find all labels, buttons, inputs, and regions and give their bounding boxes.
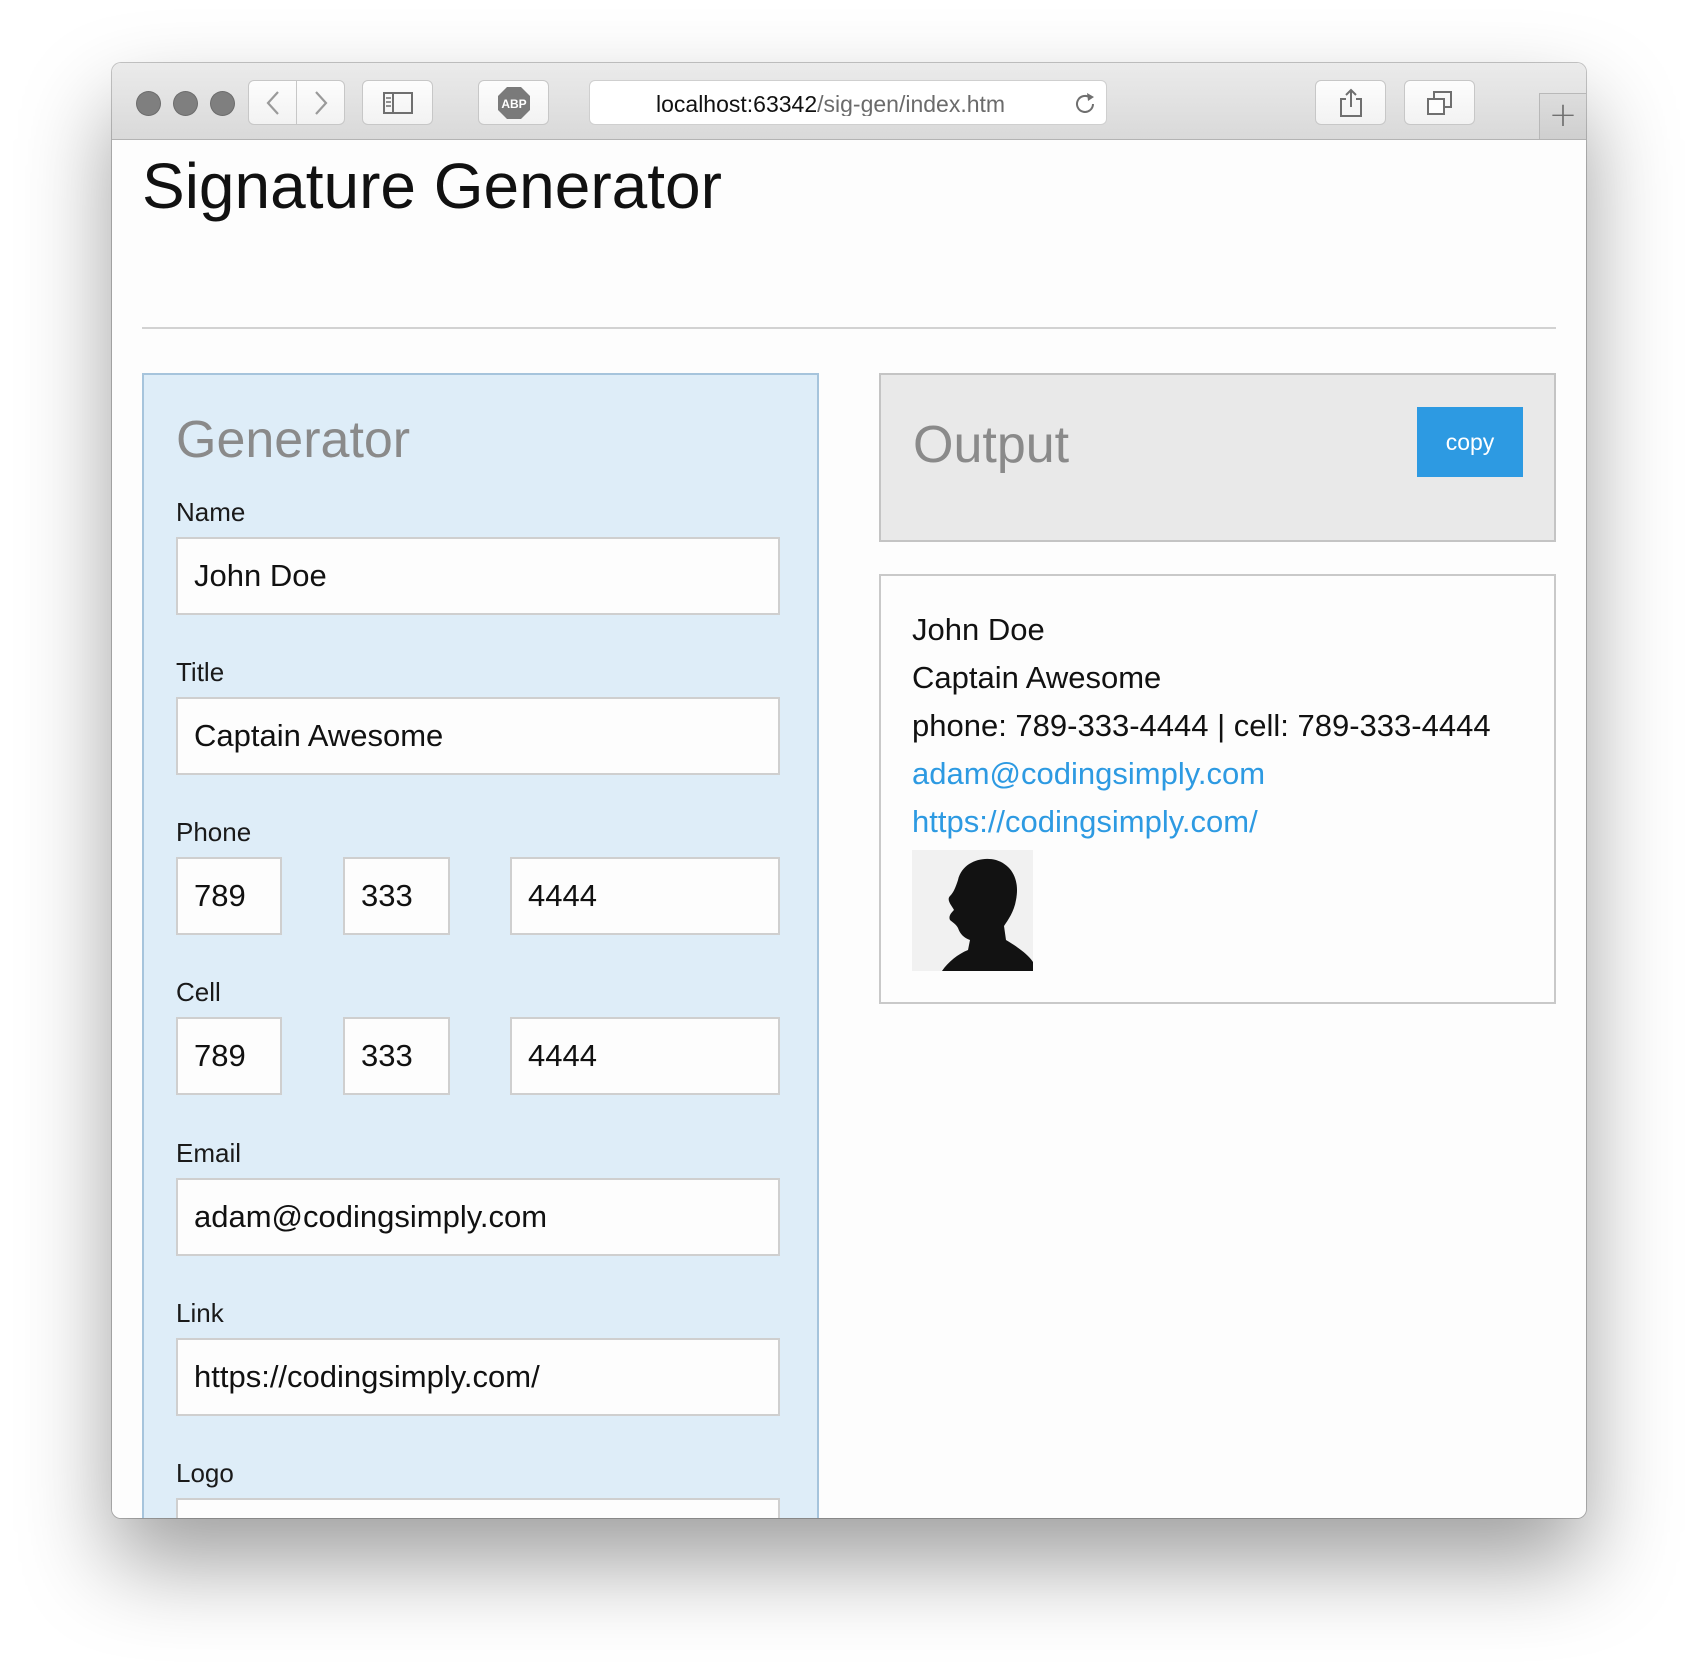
signature-logo — [912, 850, 1033, 971]
signature-preview: John Doe Captain Awesome phone: 789-333-… — [879, 574, 1556, 1004]
browser-toolbar: ABP localhost:63342/sig-gen/index.htm + — [112, 63, 1586, 140]
email-input[interactable] — [176, 1178, 780, 1256]
sidebar-button[interactable] — [362, 80, 433, 125]
header-divider — [142, 327, 1556, 329]
new-tab-button[interactable]: + — [1539, 93, 1586, 139]
close-window-button[interactable] — [136, 91, 161, 116]
link-input[interactable] — [176, 1338, 780, 1416]
cell-label: Cell — [176, 977, 221, 1007]
page-content: Signature Generator Generator Name Title… — [112, 140, 1586, 1518]
phone-line-input[interactable] — [510, 857, 780, 935]
generator-panel: Generator Name Title Phone Cell Email Li… — [142, 373, 819, 1518]
reload-icon[interactable] — [1072, 91, 1098, 117]
phone-area-input[interactable] — [176, 857, 282, 935]
address-bar-url: localhost:63342/sig-gen/index.htm — [656, 92, 1006, 116]
adblock-icon: ABP — [497, 86, 530, 119]
phone-label: Phone — [176, 817, 252, 847]
signature-name: John Doe — [912, 612, 1045, 647]
email-label: Email — [176, 1138, 242, 1168]
cell-prefix-input[interactable] — [343, 1017, 450, 1095]
copy-button[interactable]: copy — [1417, 407, 1523, 477]
name-label: Name — [176, 497, 246, 527]
generator-heading: Generator — [176, 411, 411, 469]
logo-input[interactable] — [176, 1498, 780, 1518]
signature-email-link[interactable]: adam@codingsimply.com — [912, 756, 1265, 791]
cell-area-input[interactable] — [176, 1017, 282, 1095]
browser-window: ABP localhost:63342/sig-gen/index.htm + … — [112, 63, 1586, 1518]
signature-website-link[interactable]: https://codingsimply.com/ — [912, 804, 1258, 839]
forward-button[interactable] — [296, 80, 345, 125]
back-icon — [266, 90, 279, 115]
adblock-button[interactable]: ABP — [478, 80, 549, 125]
page-title: Signature Generator — [142, 150, 722, 222]
name-input[interactable] — [176, 537, 780, 615]
signature-title: Captain Awesome — [912, 660, 1162, 695]
link-label: Link — [176, 1298, 224, 1328]
signature-phones: phone: 789-333-4444 | cell: 789-333-4444 — [912, 708, 1491, 743]
tabs-icon — [1426, 90, 1452, 115]
plus-icon: + — [1548, 95, 1578, 135]
title-label: Title — [176, 657, 225, 687]
output-heading: Output — [913, 416, 1070, 474]
screen: ABP localhost:63342/sig-gen/index.htm + … — [0, 0, 1690, 1672]
forward-icon — [314, 90, 327, 115]
share-icon — [1339, 88, 1362, 117]
phone-prefix-input[interactable] — [343, 857, 450, 935]
svg-text:ABP: ABP — [501, 97, 526, 111]
minimize-window-button[interactable] — [173, 91, 198, 116]
output-header-panel: Output copy — [879, 373, 1556, 542]
cell-line-input[interactable] — [510, 1017, 780, 1095]
show-tabs-button[interactable] — [1404, 80, 1475, 125]
profile-silhouette-icon — [912, 850, 1033, 971]
sidebar-icon — [382, 91, 413, 114]
back-button[interactable] — [248, 80, 297, 125]
logo-label: Logo — [176, 1458, 234, 1488]
title-input[interactable] — [176, 697, 780, 775]
address-bar[interactable]: localhost:63342/sig-gen/index.htm — [589, 80, 1107, 125]
zoom-window-button[interactable] — [210, 91, 235, 116]
share-button[interactable] — [1315, 80, 1386, 125]
